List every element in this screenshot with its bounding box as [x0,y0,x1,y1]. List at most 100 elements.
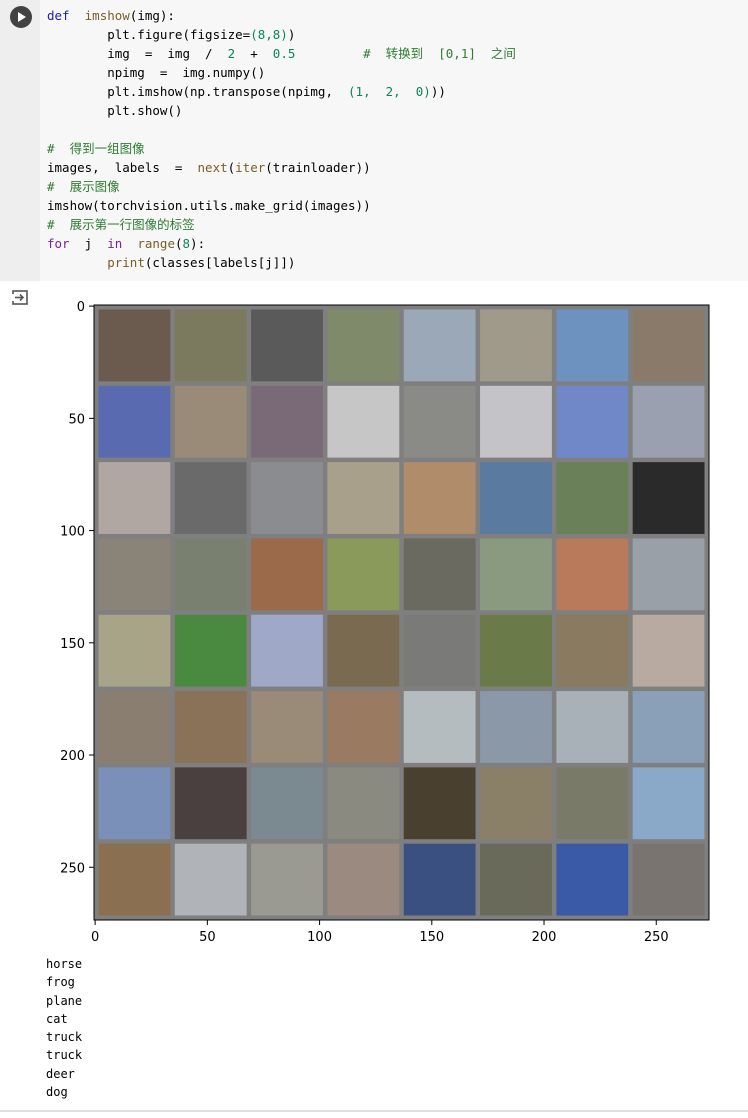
image-tile [480,767,552,840]
image-tile [632,614,705,687]
code-line: plt.show() [47,103,183,118]
cell-gutter [0,0,40,281]
image-tile [480,691,552,763]
x-tick-label: 50 [199,930,216,945]
image-tile [327,309,400,382]
x-tick-label: 150 [419,930,444,945]
image-tile [98,309,171,382]
image-grid-plot: 0 50 100 150 200 250 0 50 100 150 200 250 [60,300,710,945]
output-line: truck [46,1030,83,1045]
output-line: plane [46,993,83,1008]
image-tile [480,309,552,382]
image-tile [403,309,476,382]
y-tick-label: 250 [60,861,85,876]
x-tick-label: 0 [91,930,99,945]
image-tile [327,462,400,534]
code-editor[interactable]: def imshow(img): plt.figure(figsize=(8,8… [47,6,516,272]
image-tile [632,462,705,534]
image-tile [556,614,629,687]
output-line: frog [46,975,75,990]
x-tick-label: 200 [532,930,557,945]
image-tile [327,538,400,611]
image-tile [632,385,705,458]
image-tile [98,691,171,763]
image-tile [480,462,552,534]
image-tile [251,767,323,840]
code-line: plt.figure(figsize=(8,8)) [47,27,296,42]
output-line: cat [46,1011,68,1026]
code-line: for j in range(8): [47,236,206,251]
image-tile [327,385,400,458]
image-tile [174,614,247,687]
image-tile [174,538,247,611]
y-tick-label: 100 [60,525,85,540]
run-cell-button[interactable] [10,6,32,28]
image-tile [251,462,323,534]
image-tile [251,538,323,611]
image-tile [480,538,552,611]
image-tile [327,614,400,687]
image-tile [98,767,171,840]
image-tile [327,843,400,916]
image-tile [403,538,476,611]
image-tile [403,767,476,840]
output-line: dog [46,1085,68,1100]
image-tile [174,843,247,916]
image-tile [98,614,171,687]
code-line: images, labels = next(iter(trainloader)) [47,160,371,175]
image-tile [403,843,476,916]
code-line: plt.imshow(np.transpose(npimg, (1, 2, 0)… [47,84,446,99]
output-line: deer [46,1066,75,1081]
image-tile [98,385,171,458]
image-tile [556,538,629,611]
image-tile [556,767,629,840]
image-tile [174,309,247,382]
y-tick-label: 50 [68,412,85,427]
y-tick-label: 150 [60,637,85,652]
image-tile [632,767,705,840]
image-tile [98,843,171,916]
image-tile [403,462,476,534]
image-tile [632,691,705,763]
image-tile [174,385,247,458]
image-tile [632,538,705,611]
code-line: def imshow(img): [47,8,175,23]
image-tile [556,309,629,382]
image-tile [251,614,323,687]
image-tile [632,843,705,916]
y-tick-label: 0 [77,300,85,315]
output-line: horse [46,957,83,971]
image-tile [556,385,629,458]
x-axis: 0 50 100 150 200 250 [91,920,669,945]
image-tile [327,767,400,840]
image-tile [98,462,171,534]
image-tile [556,843,629,916]
image-tile [251,385,323,458]
image-tile [251,691,323,763]
image-tile [556,462,629,534]
image-tile [98,538,171,611]
code-line: img = img / 2 + 0.5 # 转换到 [0,1] 之间 [47,46,516,61]
image-tile [251,309,323,382]
image-tile [480,614,552,687]
y-axis: 0 50 100 150 200 250 [60,300,94,876]
image-tile [251,843,323,916]
code-cell[interactable]: def imshow(img): plt.figure(figsize=(8,8… [0,0,748,281]
image-tile [174,767,247,840]
image-tile [327,691,400,763]
image-tile [556,691,629,763]
image-tile [403,691,476,763]
image-tile [403,385,476,458]
x-tick-label: 100 [307,930,332,945]
code-line: # 展示图像 [47,179,120,194]
image-tile [174,462,247,534]
code-line: imshow(torchvision.utils.make_grid(image… [47,198,371,213]
image-grid [94,305,709,920]
output-line: truck [46,1048,83,1063]
image-tile [403,614,476,687]
image-tile [174,691,247,763]
output-redirect-icon[interactable] [12,290,30,306]
code-line: # 得到一组图像 [47,141,145,156]
image-tile [632,309,705,382]
y-tick-label: 200 [60,749,85,764]
